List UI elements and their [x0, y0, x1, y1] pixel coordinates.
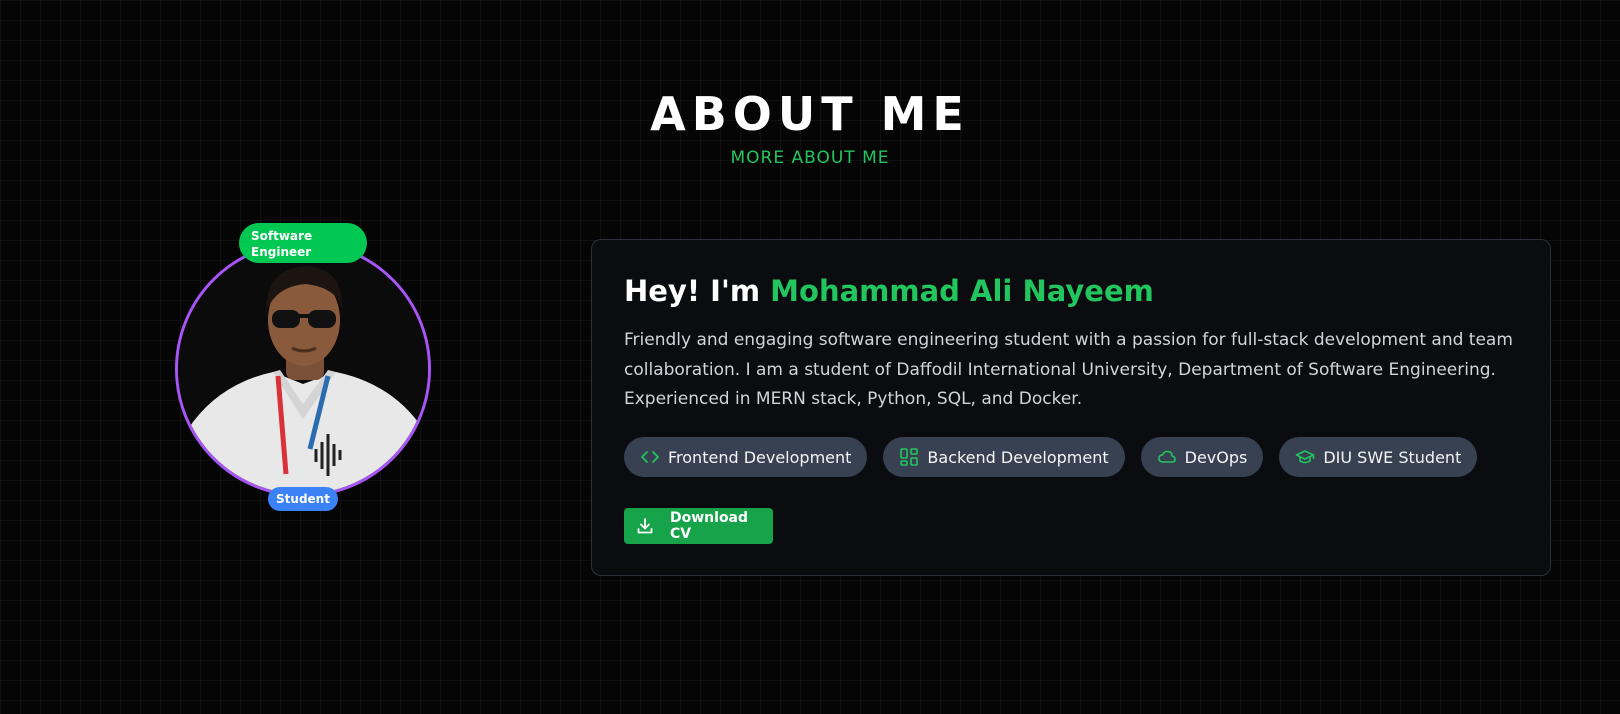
page-subtitle: MORE ABOUT ME	[730, 148, 890, 168]
about-card: Hey! I'm Mohammad Ali Nayeem Friendly an…	[591, 239, 1551, 576]
graduation-cap-icon	[1295, 447, 1315, 467]
greeting-prefix: Hey! I'm	[624, 274, 761, 308]
tag-backend-development: Backend Development	[883, 437, 1125, 477]
skill-tags: Frontend Development Backend Development…	[624, 437, 1478, 477]
avatar	[175, 241, 431, 497]
student-badge: Student	[268, 487, 338, 511]
section-heading: ABOUT ME MORE ABOUT ME	[0, 84, 1620, 170]
download-cv-label: Download CV	[670, 510, 749, 542]
profile-photo	[178, 244, 428, 494]
download-cv-button[interactable]: Download CV	[624, 508, 773, 544]
profile-avatar	[175, 241, 431, 497]
tag-devops: DevOps	[1140, 437, 1264, 477]
grid-icon	[899, 447, 919, 467]
greeting-heading: Hey! I'm Mohammad Ali Nayeem	[624, 273, 1154, 309]
profile-name: Mohammad Ali Nayeem	[770, 274, 1154, 308]
download-icon	[636, 517, 654, 535]
software-engineer-badge: Software Engineer	[239, 223, 367, 263]
tag-label: DevOps	[1184, 447, 1248, 467]
tag-label: DIU SWE Student	[1323, 447, 1462, 467]
cloud-icon	[1157, 447, 1177, 467]
bio-text: Friendly and engaging software engineeri…	[624, 330, 1513, 409]
tag-diu-swe-student: DIU SWE Student	[1279, 437, 1478, 477]
tag-label: Backend Development	[927, 447, 1109, 467]
page-title: ABOUT ME	[650, 87, 970, 141]
tag-label: Frontend Development	[668, 447, 852, 467]
tag-frontend-development: Frontend Development	[624, 437, 868, 477]
code-icon	[640, 447, 660, 467]
